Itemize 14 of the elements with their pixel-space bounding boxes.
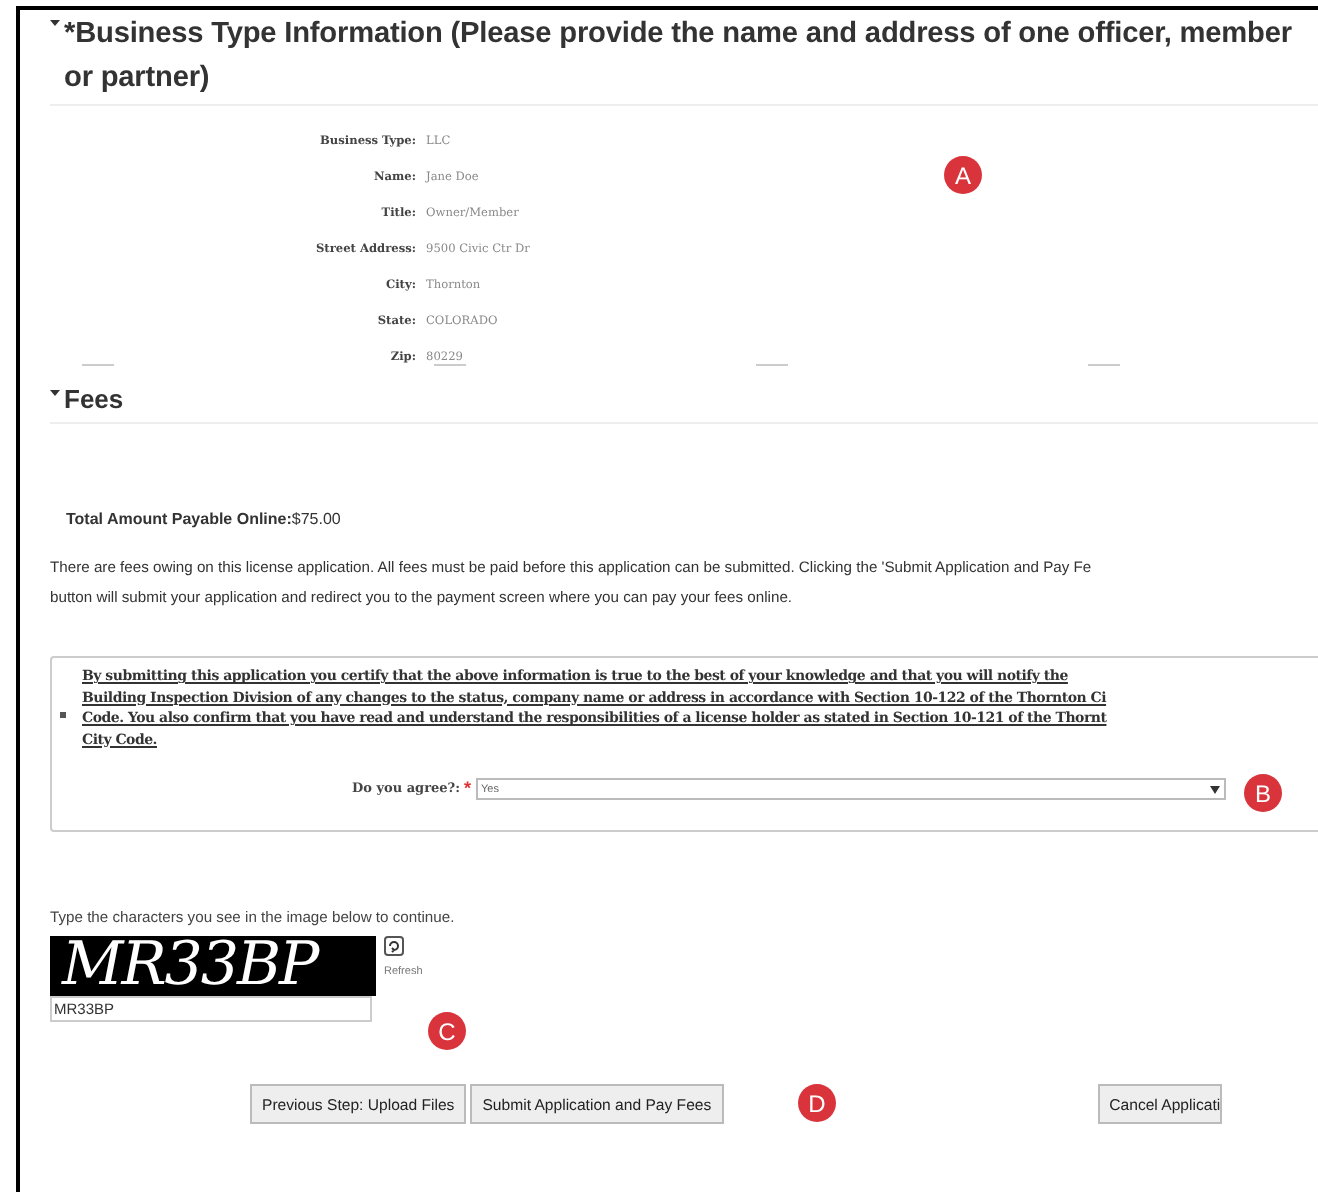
refresh-icon[interactable] <box>384 936 404 957</box>
section-heading: Fees <box>64 382 124 418</box>
callout-marker: C <box>428 1012 466 1050</box>
callout-marker: A <box>944 156 982 194</box>
section-heading: *Business Type Information (Please provide the name and address of one officer, member or partner) <box>64 16 1294 98</box>
dropdown-arrow-icon <box>1209 785 1220 794</box>
required-mark: * <box>464 776 472 802</box>
bullet-icon <box>60 711 66 717</box>
callout-marker: D <box>798 1084 836 1122</box>
collapse-caret-icon[interactable] <box>50 20 60 26</box>
total-label: Total Amount Payable Online: <box>66 508 292 532</box>
total-amount: $75.00 <box>291 508 341 532</box>
captcha-image: MR33BP <box>50 936 376 997</box>
collapse-caret-icon[interactable] <box>50 390 60 396</box>
